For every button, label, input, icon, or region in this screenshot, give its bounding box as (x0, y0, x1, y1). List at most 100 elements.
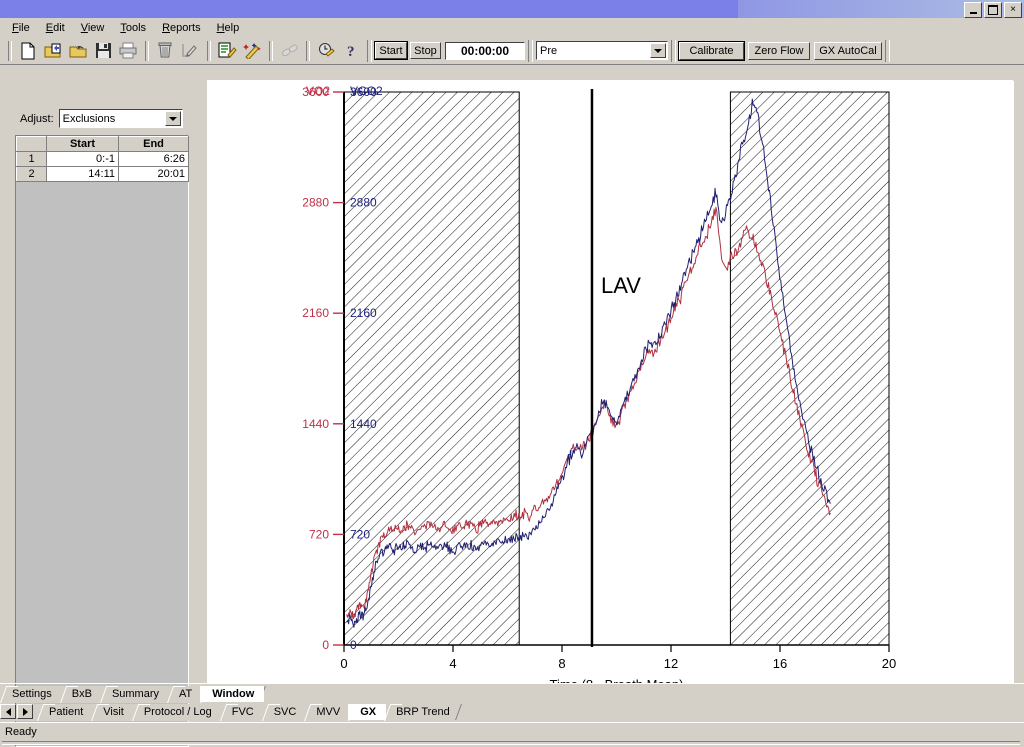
link-icon (281, 44, 298, 57)
tab-next-button[interactable] (17, 704, 33, 719)
tab-at[interactable]: AT (167, 686, 203, 703)
row-index[interactable]: 1 (16, 151, 47, 167)
tab-visit[interactable]: Visit (91, 704, 134, 721)
help-button[interactable]: ? (339, 39, 363, 62)
client-area: Adjust: Exclusions Start End 1 0:-1 6:26… (0, 66, 1024, 747)
toolbar-separator-6 (528, 39, 533, 62)
tab-gx[interactable]: GX (348, 704, 387, 721)
tab-settings[interactable]: Settings (0, 686, 62, 703)
calibrate-button[interactable]: Calibrate (678, 40, 745, 61)
menu-bar: File Edit View Tools Reports Help (0, 18, 1024, 37)
exclusion-region-2[interactable] (729, 91, 890, 646)
cell-end[interactable]: 6:26 (118, 151, 189, 167)
timer-display: 00:00:00 (445, 41, 525, 60)
gas-exchange-chart[interactable]: 0 0720 7201440 14402160 21602880 28803600 3600… (208, 81, 1014, 684)
table-row[interactable]: 2 14:11 20:01 (16, 166, 189, 182)
toolbar-separator-3 (269, 40, 273, 61)
history-clock-button[interactable] (314, 39, 338, 62)
restore-icon (988, 5, 998, 15)
restore-button[interactable] (984, 2, 1002, 18)
vco2-tick-label: 2880 (350, 196, 377, 210)
x-tick-label: 0 (340, 656, 347, 671)
stop-button[interactable]: Stop (410, 42, 441, 59)
vco2-tick-label: 720 (350, 527, 370, 541)
print-icon (119, 42, 136, 59)
adjust-select[interactable]: Exclusions (58, 109, 183, 128)
save-button[interactable] (91, 39, 115, 62)
chevron-right-icon (22, 707, 28, 716)
exclusion-region-1[interactable] (343, 91, 520, 646)
gx-autocal-button[interactable]: GX AutoCal (814, 41, 882, 60)
toolbar-separator-7 (671, 39, 676, 62)
vo2-tick-label: 2160 (302, 306, 329, 320)
tab-prev-button[interactable] (0, 704, 16, 719)
chevron-down-icon[interactable] (164, 111, 181, 126)
status-bar: Ready (0, 722, 1024, 745)
report-edit-button[interactable] (215, 39, 239, 62)
adjust-label: Adjust: (20, 112, 54, 125)
start-button[interactable]: Start (374, 41, 408, 60)
vo2-axis-title: VO2 (306, 84, 330, 98)
column-header-end[interactable]: End (118, 136, 189, 152)
wand-icon (242, 43, 261, 59)
close-button[interactable]: × (1004, 2, 1022, 18)
wand-button[interactable] (240, 39, 264, 62)
menu-view[interactable]: View (73, 20, 113, 36)
cell-start[interactable]: 0:-1 (46, 151, 119, 167)
link-button (277, 39, 301, 62)
tab-window[interactable]: Window (200, 686, 265, 703)
toolbar-separator-5 (367, 39, 372, 62)
close-icon: × (1010, 4, 1016, 15)
menu-file[interactable]: File (4, 20, 38, 36)
svg-text:?: ? (347, 44, 355, 59)
adjust-row: Adjust: Exclusions (20, 109, 183, 128)
tab-protocol-log[interactable]: Protocol / Log (131, 704, 222, 721)
tab-label: BRP Trend (396, 706, 450, 718)
cell-end[interactable]: 20:01 (118, 166, 189, 182)
delete-icon (158, 42, 172, 58)
menu-reports[interactable]: Reports (154, 20, 209, 36)
print-button[interactable] (116, 39, 140, 62)
status-text: Ready (5, 726, 37, 738)
exclusions-grid[interactable]: Start End 1 0:-1 6:26 2 14:11 20:01 (15, 135, 189, 747)
row-index[interactable]: 2 (16, 166, 47, 182)
open-import-button[interactable] (41, 39, 65, 62)
x-tick-label: 4 (449, 656, 456, 671)
save-icon (95, 43, 111, 58)
delete-button[interactable] (153, 39, 177, 62)
chart-panel[interactable]: 0 0 720 720 1440 1440 2160 2160 2880 2880 3600 3600… (207, 80, 1014, 684)
adjust-select-value: Exclusions (62, 112, 116, 125)
tab-fvc[interactable]: FVC (219, 704, 264, 721)
open-folder-button[interactable] (66, 39, 90, 62)
x-tick-label: 8 (558, 656, 565, 671)
tab-summary[interactable]: Summary (99, 686, 169, 703)
column-header-start[interactable]: Start (46, 136, 119, 152)
chevron-down-icon[interactable] (650, 43, 666, 58)
menu-edit[interactable]: Edit (38, 20, 73, 36)
history-clock-icon (318, 43, 335, 57)
tab-mvv[interactable]: MVV (304, 704, 351, 721)
toolbar-separator-8 (885, 39, 890, 62)
vo2-tick-label: 720 (309, 527, 329, 541)
minimize-button[interactable] (964, 2, 982, 18)
status-divider (2, 741, 1020, 745)
tab-patient[interactable]: Patient (37, 704, 94, 721)
tab-label: Protocol / Log (143, 706, 212, 718)
menu-tools[interactable]: Tools (112, 20, 154, 36)
tab-bxb[interactable]: BxB (59, 686, 102, 703)
zero-flow-button[interactable]: Zero Flow (748, 41, 810, 60)
application-window: × File Edit View Tools Reports Help ? St… (0, 0, 1024, 747)
phase-select-value: Pre (540, 44, 558, 57)
edit-signature-icon (182, 44, 197, 57)
column-header-index[interactable] (16, 136, 47, 152)
section-tabbar: Patient Visit Protocol / Log FVC SVC MVV GX BRP… (0, 704, 1024, 721)
menu-help[interactable]: Help (209, 20, 248, 36)
new-document-button[interactable] (16, 39, 40, 62)
cell-start[interactable]: 14:11 (46, 166, 119, 182)
edit-signature-button[interactable] (178, 39, 202, 62)
lav-annotation-label: LAV (601, 273, 641, 298)
table-row[interactable]: 1 0:-1 6:26 (16, 151, 189, 167)
tab-svc[interactable]: SVC (261, 704, 307, 721)
phase-select[interactable]: Pre (536, 41, 668, 60)
tab-brp-trend[interactable]: BRP Trend (384, 704, 460, 721)
